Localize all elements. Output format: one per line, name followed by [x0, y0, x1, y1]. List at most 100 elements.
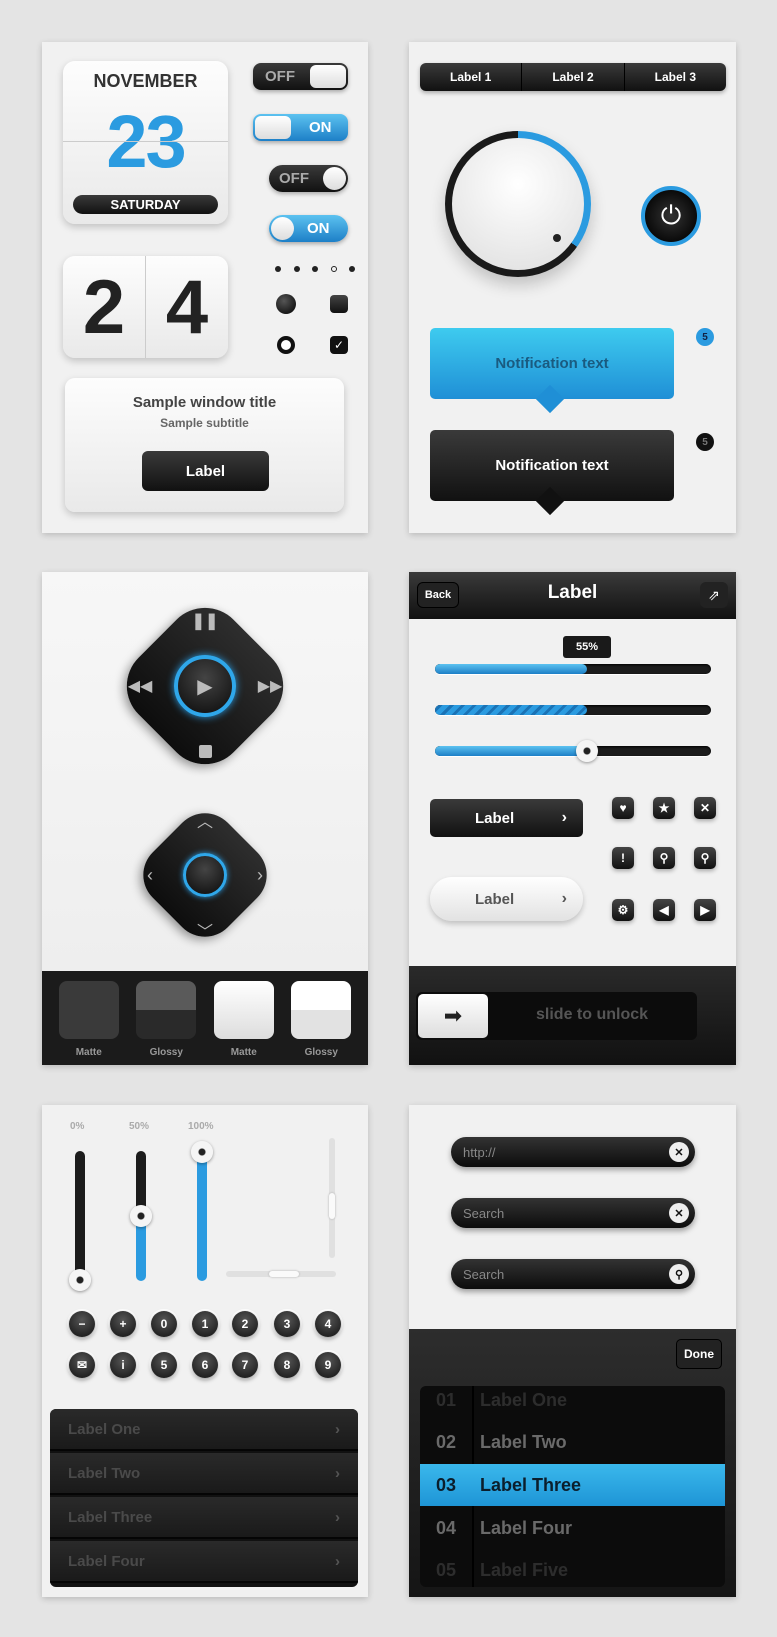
toggle-off-rect[interactable]: OFF	[253, 63, 348, 90]
keypad-button[interactable]: 1	[192, 1311, 218, 1337]
tile-matte-dark[interactable]: Matte	[58, 981, 119, 1065]
share-icon: ⇗	[708, 586, 720, 603]
keypad-button[interactable]: +	[110, 1311, 136, 1337]
tile-matte-light[interactable]: Matte	[213, 981, 274, 1065]
star-button[interactable]: ★	[653, 797, 675, 819]
tile-glossy-dark[interactable]: Glossy	[136, 981, 197, 1065]
search-input-clear[interactable]: Search ✕	[451, 1198, 695, 1228]
keypad-button[interactable]: i	[110, 1352, 136, 1378]
chevron-up-icon: ︿	[196, 814, 213, 831]
keypad-button[interactable]: 4	[315, 1311, 341, 1337]
keypad-button[interactable]: 3	[274, 1311, 300, 1337]
clear-icon[interactable]: ✕	[669, 1142, 689, 1162]
dark-label-button[interactable]: Label ›	[430, 799, 583, 837]
stop-icon	[198, 744, 212, 758]
list-item[interactable]: Label Three ›	[50, 1497, 358, 1539]
power-button[interactable]: ⏻	[641, 186, 701, 246]
picker-wheel[interactable]: 01 Label One 02 Label Two 03 Label Three 04…	[420, 1386, 725, 1587]
clear-icon[interactable]: ✕	[669, 1203, 689, 1223]
vslider-thumb[interactable]	[130, 1205, 152, 1227]
keypad-button[interactable]: 9	[315, 1352, 341, 1378]
slider-thumb[interactable]	[576, 740, 598, 762]
share-button[interactable]: ⇗	[700, 582, 728, 608]
arrow-left-icon: ◀	[659, 903, 669, 917]
picker-row[interactable]: 02 Label Two	[420, 1421, 725, 1463]
toggle-off-pill[interactable]: OFF	[269, 165, 348, 192]
star-icon: ★	[658, 801, 670, 815]
play-button[interactable]: ▶	[174, 655, 236, 717]
vertical-scrollbar[interactable]	[329, 1138, 335, 1258]
list-item[interactable]: Label One ›	[50, 1409, 358, 1451]
down-button[interactable]: ﹀	[192, 918, 218, 942]
keypad-button[interactable]: 0	[151, 1311, 177, 1337]
navbar: Back Label ⇗	[409, 572, 736, 619]
picker-row[interactable]: 05 Label Five	[420, 1549, 725, 1587]
url-input[interactable]: http://✕	[451, 1137, 695, 1167]
chevron-right-icon: ›	[335, 1552, 340, 1570]
fast-forward-button[interactable]: ▶▶	[255, 671, 285, 701]
vslider-label: 100%	[188, 1121, 214, 1132]
arrow-left-button[interactable]: ◀	[653, 899, 675, 921]
unlock-handle[interactable]: ➡	[418, 994, 488, 1038]
keypad-button[interactable]: −	[69, 1311, 95, 1337]
keypad-button[interactable]: ✉	[69, 1352, 95, 1378]
vslider-thumb[interactable]	[69, 1269, 91, 1291]
picker: Done 01 Label One 02 Label Two 03 Label Thr…	[409, 1329, 736, 1597]
keypad-button[interactable]: 2	[232, 1311, 258, 1337]
slider[interactable]	[435, 740, 711, 762]
toggle-on-rect[interactable]: ON	[253, 114, 348, 141]
heart-button[interactable]: ♥	[612, 797, 634, 819]
vertical-slider-50[interactable]	[130, 1151, 152, 1281]
rotary-knob[interactable]	[445, 131, 591, 277]
alert-button[interactable]: !	[612, 847, 634, 869]
vslider-thumb[interactable]	[191, 1141, 213, 1163]
right-button[interactable]: ›	[248, 862, 272, 888]
search-icon: ⚲	[659, 851, 669, 865]
vertical-slider-100[interactable]	[191, 1141, 213, 1281]
tile-glossy-light[interactable]: Glossy	[291, 981, 352, 1065]
checkbox-unchecked[interactable]	[330, 295, 348, 313]
stop-button[interactable]	[190, 736, 220, 766]
radio-selected[interactable]	[276, 294, 296, 314]
search-input[interactable]: Search ⚲	[451, 1259, 695, 1289]
page-dots[interactable]	[275, 266, 355, 274]
picker-row-selected[interactable]: 03 Label Three	[420, 1464, 725, 1506]
left-button[interactable]: ‹	[138, 862, 162, 888]
horizontal-scrollbar[interactable]	[226, 1271, 336, 1277]
vertical-slider-0[interactable]	[69, 1151, 91, 1291]
search-button[interactable]: ⚲	[653, 847, 675, 869]
window-button[interactable]: Label	[142, 451, 269, 491]
checkbox-checked[interactable]: ✓	[330, 336, 348, 354]
done-button[interactable]: Done	[676, 1339, 722, 1369]
keypad-button[interactable]: 6	[192, 1352, 218, 1378]
arrow-right-button[interactable]: ▶	[694, 899, 716, 921]
list-item[interactable]: Label Two ›	[50, 1453, 358, 1495]
calendar-widget: NOVEMBER 23 SATURDAY	[63, 61, 228, 224]
rewind-icon: ◀◀	[127, 678, 153, 695]
rewind-button[interactable]: ◀◀	[125, 671, 155, 701]
segment-1[interactable]: Label 1	[420, 63, 523, 91]
toggle-on-pill[interactable]: ON	[269, 215, 348, 242]
picker-row[interactable]: 01 Label One	[420, 1386, 725, 1421]
flip-clock: 2 4	[63, 256, 228, 358]
close-button[interactable]: ✕	[694, 797, 716, 819]
chevron-right-icon: ›	[561, 890, 567, 907]
keypad-button[interactable]: 5	[151, 1352, 177, 1378]
light-label-button[interactable]: Label ›	[430, 877, 583, 921]
keypad-button[interactable]: 8	[274, 1352, 300, 1378]
list-item[interactable]: Label Four ›	[50, 1541, 358, 1583]
keypad-button[interactable]: 7	[232, 1352, 258, 1378]
up-button[interactable]: ︿	[192, 808, 218, 832]
segment-2[interactable]: Label 2	[522, 63, 625, 91]
search-icon[interactable]: ⚲	[669, 1264, 689, 1284]
gear-button[interactable]: ⚙	[612, 899, 634, 921]
radio-unselected[interactable]	[277, 336, 295, 354]
center-button[interactable]	[183, 853, 227, 897]
picker-row[interactable]: 04 Label Four	[420, 1507, 725, 1549]
location-button[interactable]: ⚲	[694, 847, 716, 869]
segment-3[interactable]: Label 3	[625, 63, 726, 91]
segmented-control[interactable]: Label 1 Label 2 Label 3	[420, 63, 726, 91]
flip-digit: 2	[82, 264, 126, 350]
pause-button[interactable]: ❚❚	[190, 606, 220, 636]
window-title: Sample window title	[132, 394, 277, 411]
